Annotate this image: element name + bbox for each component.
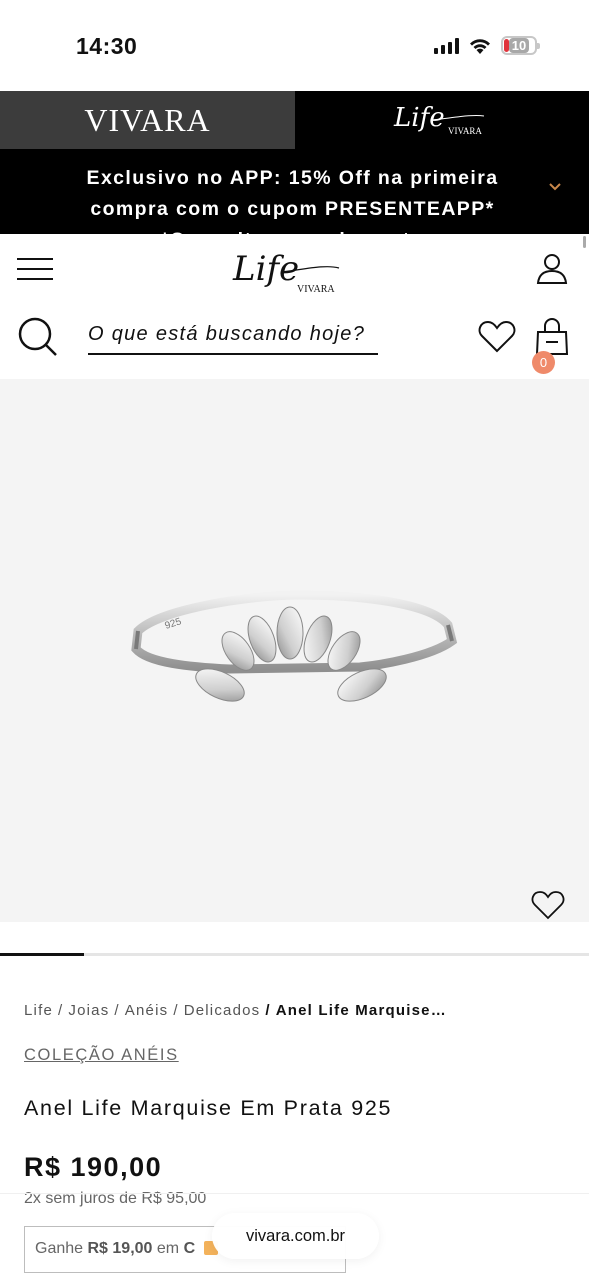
breadcrumb-item-life[interactable]: Life [24, 1002, 53, 1019]
breadcrumb: Life / Joias / Anéis / Delicados / Anel Life Mar… [24, 1002, 447, 1019]
breadcrumb-item-delicados[interactable]: Delicados [184, 1002, 261, 1019]
battery-icon: 10 [501, 36, 540, 55]
promo-banner[interactable]: Exclusivo no APP: 15% Off na primeira co… [0, 149, 589, 234]
cashback-mid: em [156, 1240, 180, 1257]
browser-url-pill[interactable]: vivara.com.br [212, 1213, 379, 1259]
cashback-amount: R$ 19,00 [87, 1240, 153, 1257]
site-header: Life VIVARA 0 [0, 234, 589, 379]
cashback-brand: C [183, 1240, 196, 1257]
hamburger-menu-icon[interactable] [17, 258, 53, 280]
life-tab-logo-text: Life [393, 103, 445, 133]
wifi-icon [470, 38, 490, 54]
cart-count-badge: 0 [532, 351, 555, 374]
bottom-divider [0, 1193, 589, 1194]
product-image-ring: 925 [131, 590, 458, 702]
user-account-icon[interactable] [536, 252, 568, 284]
brand-tabs: VIVARA Life VIVARA [0, 91, 589, 149]
search-icon[interactable] [18, 317, 58, 357]
collection-link[interactable]: COLEÇÃO ANÉIS [24, 1046, 179, 1065]
search-input[interactable] [88, 315, 378, 355]
scrollbar[interactable] [583, 236, 586, 248]
wishlist-heart-icon[interactable] [478, 320, 516, 353]
life-vivara-logo: Life VIVARA [393, 103, 485, 136]
product-image-gallery[interactable]: 925 [0, 379, 589, 922]
breadcrumb-item-joias[interactable]: Joias [68, 1002, 109, 1019]
battery-level: 10 [508, 38, 530, 53]
breadcrumb-current: Anel Life Marquise… [275, 1002, 447, 1019]
status-bar: 14:30 10 [0, 0, 589, 91]
tab-life[interactable]: Life VIVARA [295, 91, 589, 149]
product-price: R$ 190,00 [24, 1152, 163, 1182]
browser-url: vivara.com.br [245, 1226, 346, 1245]
image-pager[interactable] [0, 953, 589, 956]
shopping-bag-icon[interactable] [534, 316, 570, 356]
status-time: 14:30 [76, 33, 138, 59]
life-logo-text: Life [232, 249, 299, 289]
product-title: Anel Life Marquise Em Prata 925 [24, 1096, 393, 1120]
life-logo[interactable]: Life VIVARA [229, 244, 344, 296]
tab-vivara[interactable]: VIVARA [0, 91, 295, 149]
cellular-signal-icon [434, 37, 459, 54]
breadcrumb-item-aneis[interactable]: Anéis [125, 1002, 169, 1019]
life-logo-sub: VIVARA [297, 284, 335, 295]
pager-active-indicator [0, 953, 84, 956]
vivara-logo: VIVARA [84, 101, 211, 138]
chevron-down-icon[interactable] [549, 183, 561, 191]
status-icons: 10 [434, 36, 540, 55]
cashback-prefix: Ganhe [35, 1240, 84, 1257]
life-tab-logo-sub: VIVARA [448, 126, 482, 136]
promo-text: Exclusivo no APP: 15% Off na primeira co… [86, 167, 499, 234]
image-wishlist-heart-icon[interactable] [531, 890, 565, 920]
